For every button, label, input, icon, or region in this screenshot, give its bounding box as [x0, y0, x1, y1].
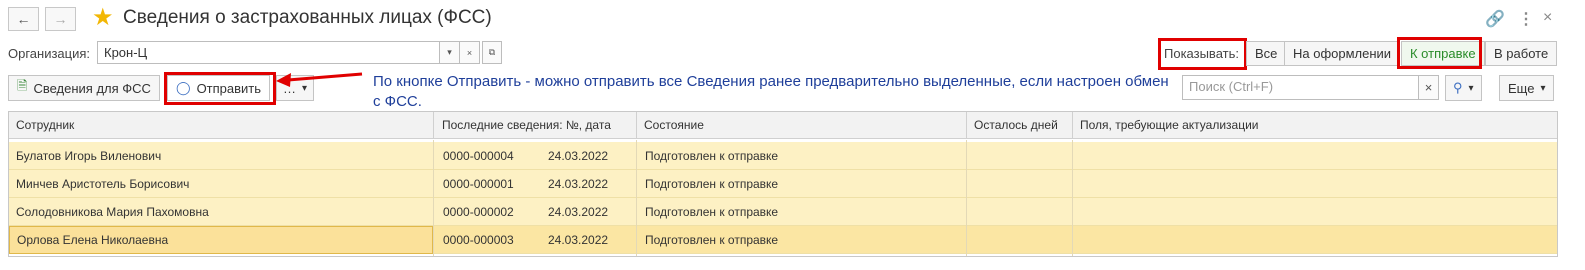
date-cell: 24.03.2022: [548, 233, 609, 247]
arrow-right-icon: →: [53, 11, 68, 27]
filter-in-work-button[interactable]: В работе: [1485, 41, 1558, 66]
close-icon[interactable]: ×: [1543, 9, 1552, 27]
filter-draft-button[interactable]: На оформлении: [1284, 41, 1401, 66]
more-button[interactable]: Еще ▾: [1499, 75, 1555, 101]
highlight-filter-label: [1158, 38, 1247, 70]
page-title: Сведения о застрахованных лицах (ФСС): [123, 7, 492, 28]
employee-cell: Минчев Аристотель Борисович: [16, 177, 190, 191]
column-state[interactable]: Состояние: [637, 112, 704, 140]
date-cell: 24.03.2022: [548, 149, 609, 163]
fss-info-button[interactable]: 🗎 Сведения для ФСС: [8, 75, 160, 101]
search-clear-button[interactable]: ×: [1418, 75, 1439, 100]
clear-icon: ×: [1424, 80, 1433, 95]
document-add-icon: 🗎: [17, 78, 28, 93]
star-icon[interactable]: ★: [92, 6, 114, 30]
date-cell: 24.03.2022: [548, 177, 609, 191]
days-cell: [967, 170, 974, 198]
employees-table[interactable]: Сотрудник Последние сведения: №, дата Со…: [8, 111, 1558, 257]
number-cell: 0000-000003: [443, 233, 514, 247]
clear-icon: ×: [466, 47, 473, 58]
column-fields[interactable]: Поля, требующие актуализации: [1073, 112, 1259, 140]
chevron-down-icon: ▾: [1540, 82, 1546, 94]
state-cell: Подготовлен к отправке: [645, 233, 779, 247]
state-cell: Подготовлен к отправке: [645, 205, 779, 219]
forward-button[interactable]: →: [45, 7, 76, 31]
kebab-menu-icon[interactable]: ⋮: [1518, 9, 1534, 29]
employee-cell: Булатов Игорь Виленович: [16, 149, 162, 163]
highlight-filter-to-send: [1397, 37, 1482, 69]
number-cell: 0000-000001: [443, 177, 514, 191]
table-row[interactable]: Солодовникова Мария Пахомовна 0000-00000…: [9, 198, 1557, 226]
search-input[interactable]: Поиск (Ctrl+F): [1182, 75, 1419, 100]
chevron-down-icon: ▾: [447, 47, 452, 57]
days-cell: [967, 226, 974, 254]
table-row[interactable]: Булатов Игорь Виленович 0000-000004 24.0…: [9, 142, 1557, 170]
highlight-send-button: [164, 72, 276, 105]
org-dropdown-button[interactable]: ▾: [439, 41, 460, 64]
column-days-left[interactable]: Осталось дней: [967, 112, 1058, 140]
days-cell: [967, 198, 974, 226]
org-open-button[interactable]: ⧉: [482, 41, 502, 64]
state-cell: Подготовлен к отправке: [645, 177, 779, 191]
number-cell: 0000-000004: [443, 149, 514, 163]
table-header: Сотрудник Последние сведения: №, дата Со…: [9, 112, 1557, 139]
search-button[interactable]: ⚲ ▾: [1445, 75, 1482, 101]
fields-cell: [1073, 198, 1080, 226]
column-employee[interactable]: Сотрудник: [9, 112, 74, 140]
days-cell: [967, 142, 974, 170]
fields-cell: [1073, 170, 1080, 198]
fields-cell: [1073, 226, 1080, 254]
org-field[interactable]: Крон-Ц: [97, 41, 440, 64]
employee-cell: Солодовникова Мария Пахомовна: [16, 205, 209, 219]
link-icon[interactable]: 🔗: [1485, 9, 1505, 29]
annotation-text: По кнопке Отправить - можно отправить вс…: [373, 73, 1169, 110]
fields-cell: [1073, 142, 1080, 170]
arrow-left-icon: ←: [16, 11, 31, 27]
employee-cell: Орлова Елена Николаевна: [9, 226, 433, 254]
open-icon: ⧉: [488, 47, 496, 57]
filter-all-button[interactable]: Все: [1246, 41, 1287, 66]
chevron-down-icon: ▾: [1468, 82, 1474, 94]
org-clear-button[interactable]: ×: [459, 41, 480, 64]
column-last-info[interactable]: Последние сведения: №, дата: [435, 112, 611, 140]
number-cell: 0000-000002: [443, 205, 514, 219]
annotation-arrow-icon: [276, 72, 363, 87]
search-icon: ⚲: [1453, 80, 1463, 95]
back-button[interactable]: ←: [8, 7, 39, 31]
date-cell: 24.03.2022: [548, 205, 609, 219]
org-label: Организация:: [8, 46, 91, 61]
state-cell: Подготовлен к отправке: [645, 149, 779, 163]
table-row-selected[interactable]: Орлова Елена Николаевна 0000-000003 24.0…: [9, 226, 1557, 254]
table-row[interactable]: Минчев Аристотель Борисович 0000-000001 …: [9, 170, 1557, 198]
